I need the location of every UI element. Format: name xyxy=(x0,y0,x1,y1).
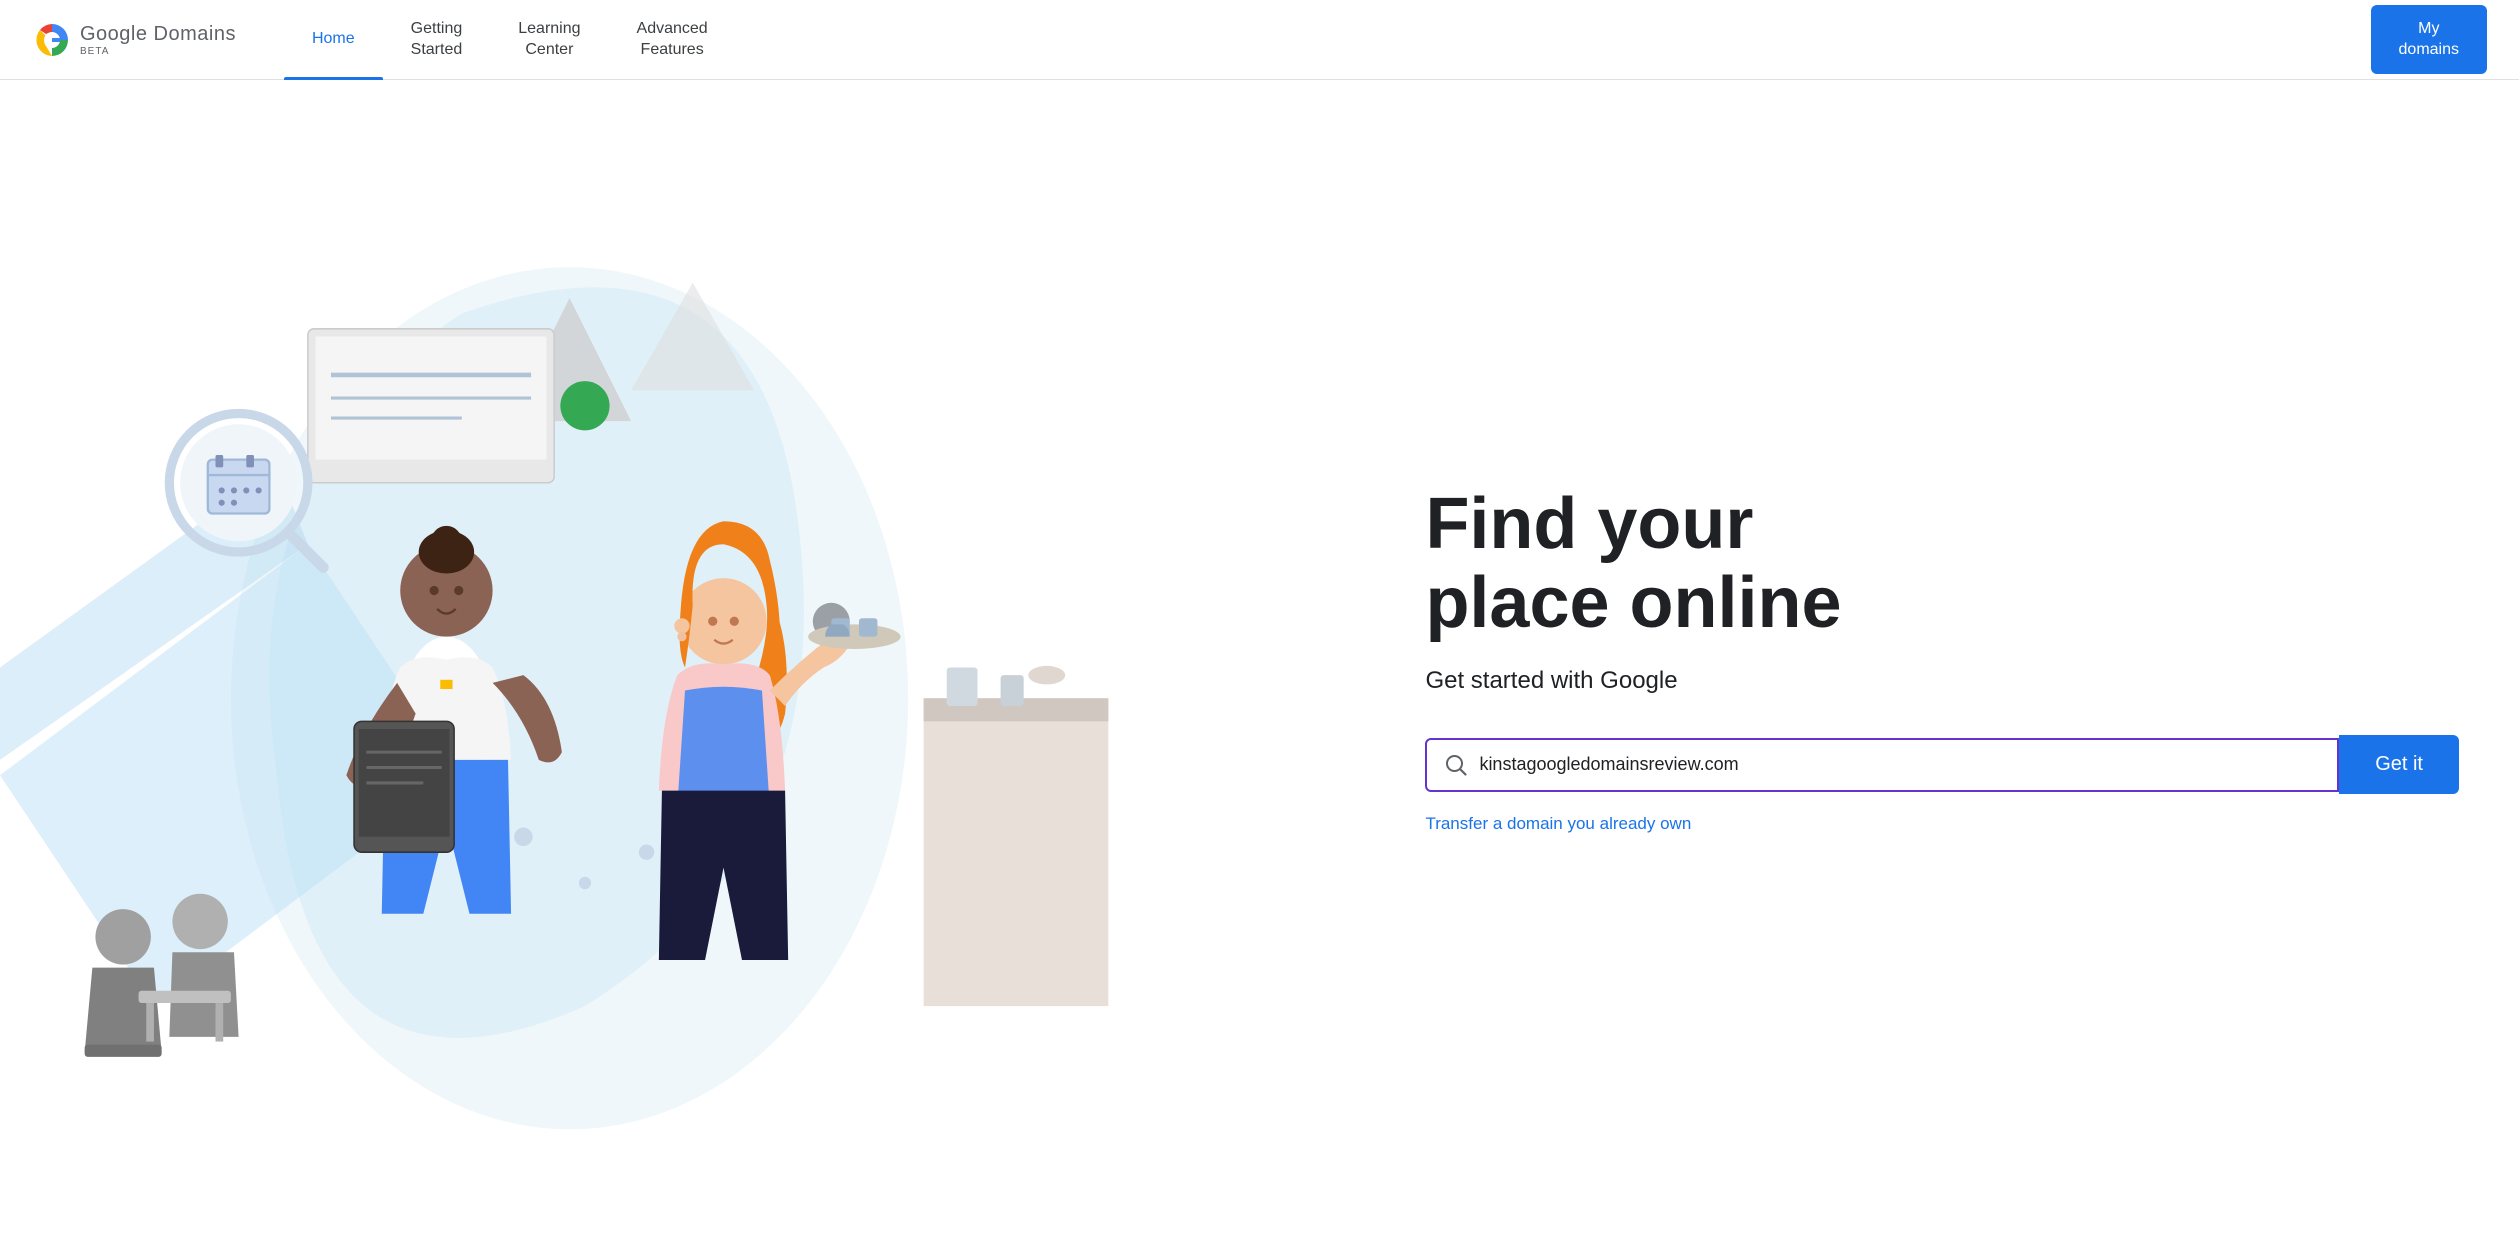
nav-item-getting-started[interactable]: GettingStarted xyxy=(383,0,491,80)
search-row: Get it xyxy=(1425,735,2459,794)
nav-item-advanced-features[interactable]: AdvancedFeatures xyxy=(609,0,736,80)
nav-item-home[interactable]: Home xyxy=(284,0,383,80)
logo-area[interactable]: Google Domains BETA xyxy=(32,20,236,60)
nav-item-learning-center[interactable]: LearningCenter xyxy=(490,0,608,80)
transfer-domain-link[interactable]: Transfer a domain you already own xyxy=(1425,814,2459,834)
main-content: Find yourplace online Get started with G… xyxy=(0,80,2519,1240)
logo-name: Google Domains xyxy=(80,23,236,46)
search-icon xyxy=(1445,754,1467,776)
logo-beta: BETA xyxy=(80,46,236,57)
main-nav: Home GettingStarted LearningCenter Advan… xyxy=(284,0,1327,80)
header: Google Domains BETA Home GettingStarted … xyxy=(0,0,2519,80)
logo-text: Google Domains BETA xyxy=(80,23,236,57)
illustration-area xyxy=(0,80,1385,1240)
my-domains-button[interactable]: Mydomains xyxy=(2371,5,2487,75)
search-box xyxy=(1425,738,2339,792)
content-area: Find yourplace online Get started with G… xyxy=(1385,80,2519,1240)
hero-illustration xyxy=(0,80,1385,1240)
domain-search-input[interactable] xyxy=(1479,754,2319,775)
page-subheadline: Get started with Google xyxy=(1425,667,2459,695)
page-headline: Find yourplace online xyxy=(1425,485,2459,643)
google-logo-icon xyxy=(32,20,72,60)
get-it-button[interactable]: Get it xyxy=(2339,735,2459,794)
